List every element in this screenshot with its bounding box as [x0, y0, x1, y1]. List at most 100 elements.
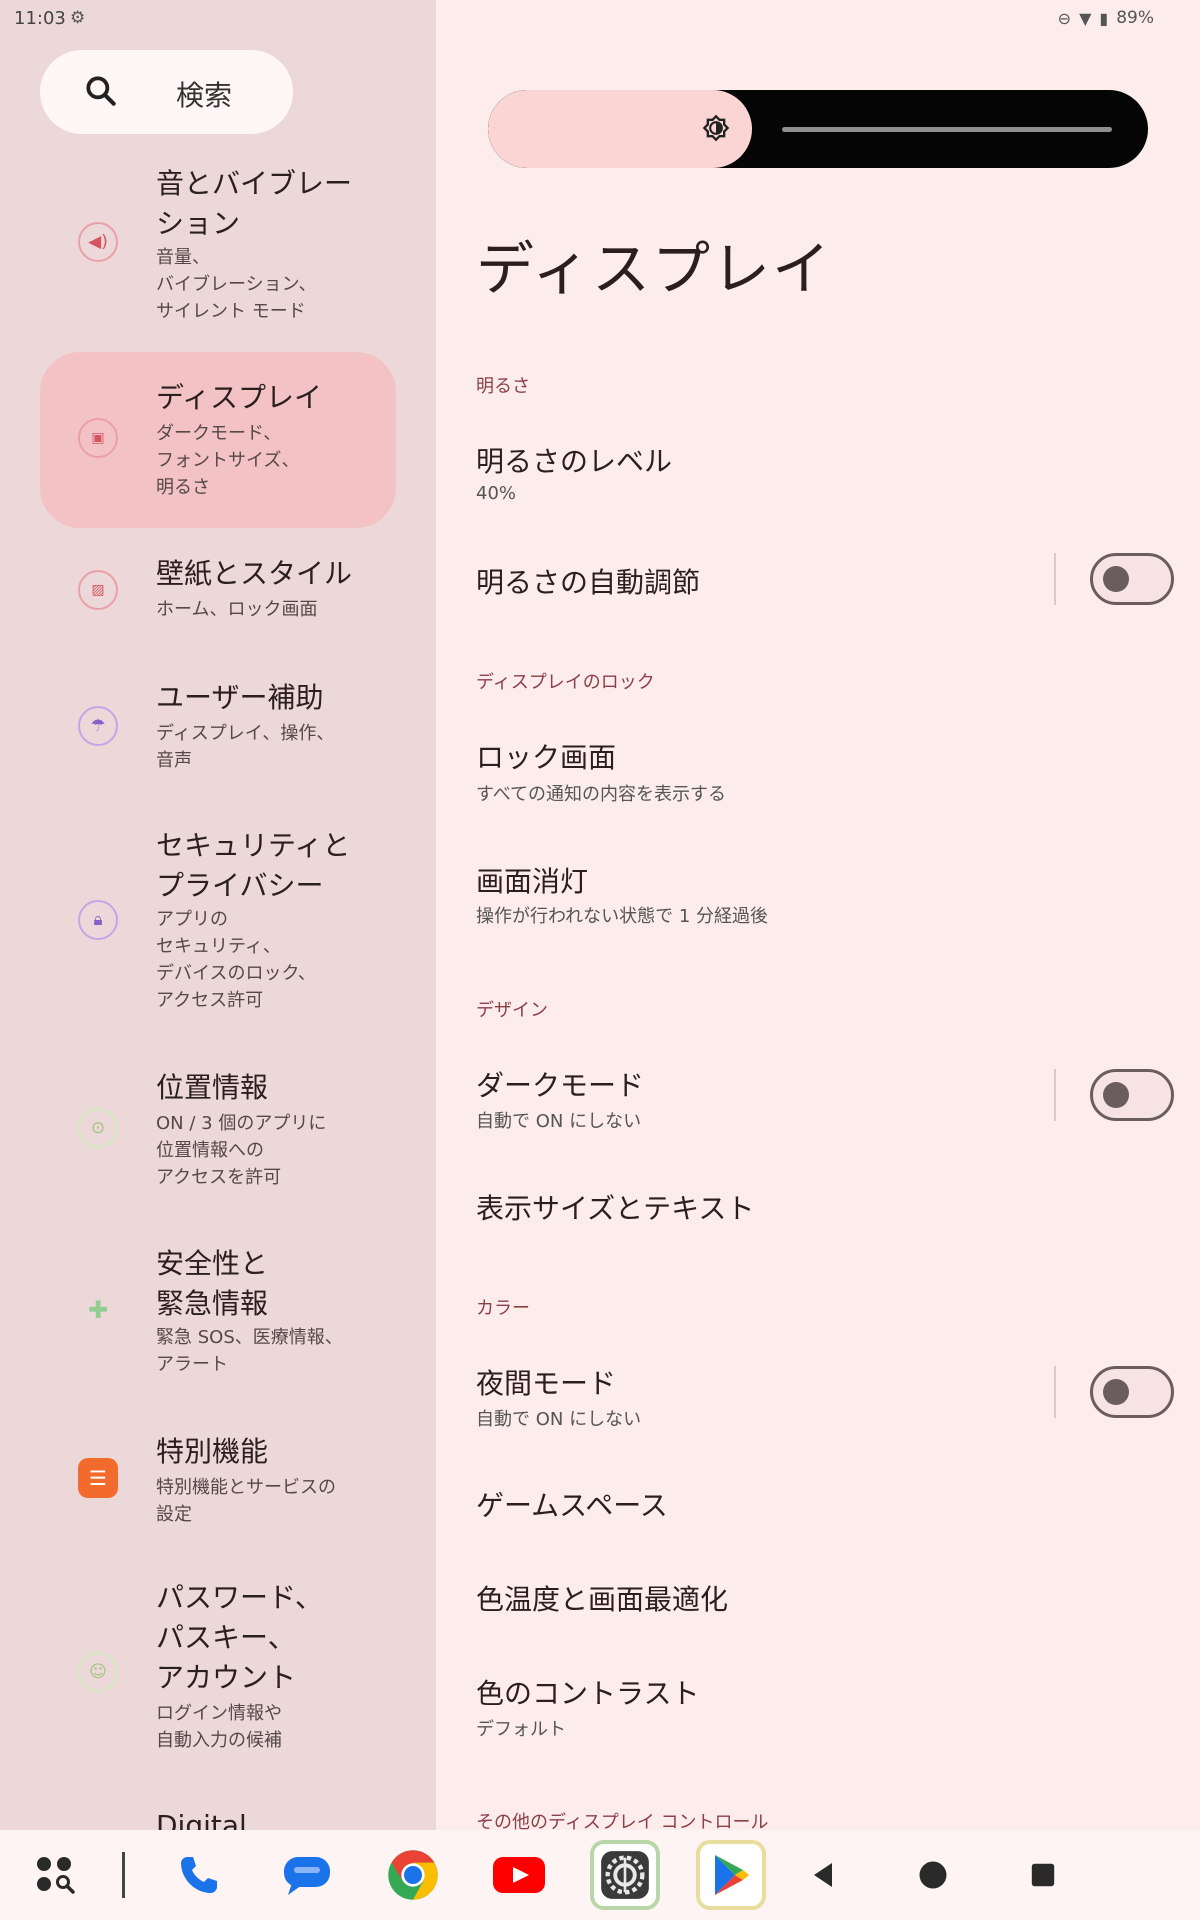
row-title: 明るさの自動調節 [476, 566, 701, 599]
row-title: 色温度と画面最適化 [476, 1583, 729, 1616]
display-settings-panel: ディスプレイ 明るさ 明るさのレベル 40% 明るさの自動調節 ディスプレイのロ… [436, 0, 1200, 1833]
battery-level: 89% [1116, 8, 1154, 28]
sidebar-item-sub: ダークモード、 フォントサイズ、 明るさ [156, 423, 300, 498]
sidebar-item-passwords[interactable]: ☺ パスワード、 パスキー、 アカウント ログイン情報や 自動入力の候補 [40, 1578, 396, 1758]
brightness-icon [702, 114, 730, 142]
home-button[interactable] [898, 1840, 968, 1910]
sidebar-item-title: パスワード、 パスキー、 アカウント [156, 1581, 323, 1694]
chrome-glyph [388, 1850, 438, 1900]
sidebar-item-title: 壁紙とスタイル [156, 557, 353, 590]
page-title: ディスプレイ [476, 235, 832, 303]
search-button[interactable]: 検索 [40, 50, 293, 134]
lock-icon: 🔒︎ [78, 900, 118, 940]
search-icon [86, 76, 116, 106]
settings-gear-glyph [601, 1851, 649, 1899]
messages-icon[interactable] [272, 1840, 342, 1910]
row-sub: デフォルト [476, 1719, 566, 1740]
sidebar-item-digital[interactable]: Digital [40, 1806, 396, 1830]
battery-icon: ▮ [1099, 8, 1109, 28]
back-icon [814, 1863, 832, 1887]
taskbar [0, 1830, 1200, 1920]
sidebar-item-special-features[interactable]: ☰ 特別機能 特別機能とサービスの 設定 [40, 1432, 396, 1542]
status-icons: ⊖ ▼ ▮ 89% [1058, 8, 1154, 28]
chrome-icon[interactable] [378, 1840, 448, 1910]
settings-sidebar: 検索 ◀) 音とバイブレー ション 音量、 バイブレーション、 サイレント モー… [0, 0, 436, 1830]
settings-app-icon[interactable] [590, 1840, 660, 1910]
sidebar-item-title: 音とバイブレー ション [156, 167, 353, 240]
brightness-track [782, 127, 1112, 132]
youtube-glyph [493, 1857, 545, 1893]
status-time: 11:03 [14, 8, 66, 29]
sidebar-item-accessibility[interactable]: ☂ ユーザー補助 ディスプレイ、操作、 音声 [40, 676, 396, 806]
section-header-lock: ディスプレイのロック [476, 672, 655, 693]
app-drawer-icon[interactable] [20, 1840, 90, 1910]
sidebar-item-title: セキュリティと プライバシー [156, 829, 351, 902]
search-label: 検索 [176, 79, 233, 112]
toggle-divider [1054, 1069, 1056, 1121]
row-title: ダークモード [476, 1069, 645, 1102]
toggle-knob [1103, 1379, 1129, 1405]
accessibility-icon: ☂ [78, 706, 118, 746]
row-title: ゲームスペース [476, 1489, 668, 1522]
row-sub: 40% [476, 483, 517, 504]
emergency-icon: ✚ [87, 1296, 109, 1324]
sidebar-item-sub: 特別機能とサービスの 設定 [156, 1477, 336, 1525]
sidebar-item-title: Digital [156, 1809, 247, 1830]
gear-icon: ⚙ [70, 8, 86, 28]
play-store-glyph [715, 1855, 749, 1895]
wifi-icon: ▼ [1079, 8, 1092, 28]
row-title: ロック画面 [476, 741, 617, 774]
dark-mode-toggle[interactable] [1090, 1069, 1174, 1121]
row-title: 夜間モード [476, 1367, 617, 1400]
recents-button[interactable] [1008, 1840, 1078, 1910]
speaker-icon: ◀) [78, 222, 118, 262]
sidebar-item-title: 特別機能 [156, 1435, 269, 1468]
toggle-divider [1054, 553, 1056, 605]
sidebar-item-wallpaper[interactable]: ▨ 壁紙とスタイル ホーム、ロック画面 [40, 552, 396, 662]
sidebar-item-sub: 音量、 バイブレーション、 サイレント モード [156, 247, 317, 322]
night-mode-toggle[interactable] [1090, 1366, 1174, 1418]
sidebar-item-title: 安全性と 緊急情報 [156, 1247, 269, 1320]
brightness-slider[interactable] [488, 90, 1148, 168]
toggle-divider [1054, 1366, 1056, 1418]
sidebar-item-sub: ON / 3 個のアプリに 位置情報への アクセスを許可 [156, 1113, 327, 1188]
dnd-icon: ⊖ [1057, 8, 1072, 28]
sidebar-item-sub: 緊急 SOS、医療情報、 アラート [156, 1327, 343, 1375]
sidebar-item-location[interactable]: ⊙ 位置情報 ON / 3 個のアプリに 位置情報への アクセスを許可 [40, 1068, 396, 1208]
sidebar-item-safety[interactable]: ✚ 安全性と 緊急情報 緊急 SOS、医療情報、 アラート [40, 1244, 396, 1375]
messages-glyph [284, 1857, 330, 1895]
taskbar-divider [122, 1852, 125, 1898]
row-sub: 自動で ON にしない [476, 1409, 642, 1430]
sidebar-item-sub: ディスプレイ、操作、 音声 [156, 723, 335, 771]
sidebar-item-security[interactable]: 🔒︎ セキュリティと プライバシー アプリの セキュリティ、 デバイスのロック、… [40, 826, 396, 1016]
section-header-brightness: 明るさ [476, 376, 530, 397]
key-icon: ☺ [78, 1652, 118, 1692]
home-icon [919, 1861, 947, 1889]
status-bar: 11:03 ⚙ ⊖ ▼ ▮ 89% [0, 0, 1200, 38]
wallpaper-icon: ▨ [78, 570, 118, 610]
row-title: 画面消灯 [476, 865, 589, 898]
toggle-knob [1103, 566, 1129, 592]
sidebar-item-title: ユーザー補助 [156, 681, 324, 714]
sidebar-item-title: 位置情報 [156, 1071, 269, 1104]
phone-icon[interactable] [164, 1840, 234, 1910]
sidebar-item-sub: アプリの セキュリティ、 デバイスのロック、 アクセス許可 [156, 909, 316, 1011]
recents-icon [1031, 1863, 1055, 1887]
phone-glyph [181, 1857, 217, 1893]
section-header-color: カラー [476, 1298, 530, 1319]
sidebar-item-sound[interactable]: ◀) 音とバイブレー ション 音量、 バイブレーション、 サイレント モード [40, 160, 396, 340]
sidebar-item-title: ディスプレイ [156, 381, 323, 414]
toggle-knob [1103, 1082, 1129, 1108]
row-sub: 自動で ON にしない [476, 1111, 642, 1132]
adaptive-brightness-toggle[interactable] [1090, 553, 1174, 605]
sidebar-item-sub: ログイン情報や 自動入力の候補 [156, 1703, 282, 1751]
youtube-icon[interactable] [484, 1840, 554, 1910]
row-title: 色のコントラスト [476, 1677, 700, 1710]
sidebar-item-display[interactable]: ▣ ディスプレイ ダークモード、 フォントサイズ、 明るさ [40, 352, 396, 528]
play-store-icon[interactable] [696, 1840, 766, 1910]
row-title: 表示サイズとテキスト [476, 1192, 755, 1225]
sidebar-item-sub: ホーム、ロック画面 [156, 599, 318, 620]
back-button[interactable] [788, 1840, 858, 1910]
row-sub: 操作が行われない状態で 1 分経過後 [476, 906, 768, 927]
special-features-icon: ☰ [78, 1458, 118, 1498]
